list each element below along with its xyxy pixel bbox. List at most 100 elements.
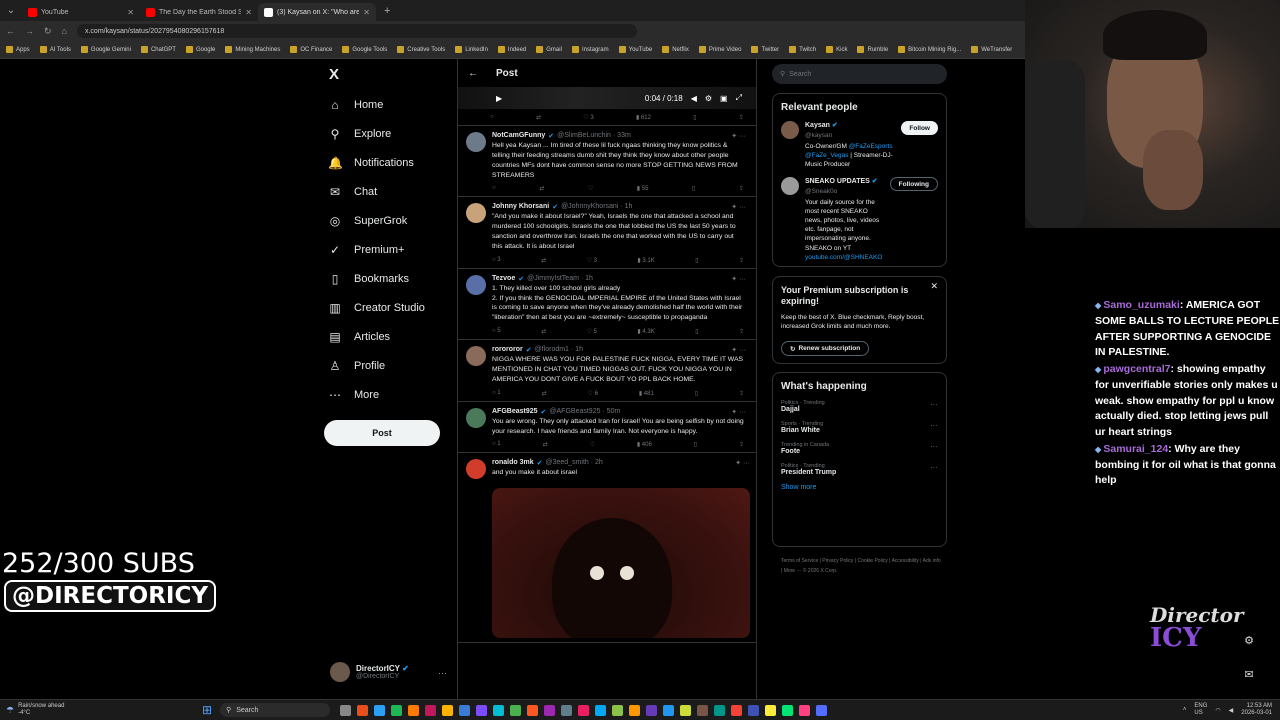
repost-button[interactable]: ⇄: [543, 441, 548, 448]
bookmark-item[interactable]: AI Tools: [39, 46, 71, 53]
bookmark-button[interactable]: ▯: [695, 328, 698, 335]
taskbar-app-icon[interactable]: [595, 704, 607, 716]
bookmark-item[interactable]: Google Tools: [342, 46, 387, 53]
author-handle[interactable]: @SlimBeLunchin · 33m: [557, 132, 631, 140]
person-name[interactable]: SNEAKO UPDATES ✔: [805, 177, 884, 187]
bio-link[interactable]: @FaZeEsports: [849, 143, 893, 150]
bookmark-item[interactable]: Twitter: [751, 46, 779, 53]
bookmark-item[interactable]: Rumble: [857, 46, 888, 53]
account-more-icon[interactable]: ···: [438, 668, 447, 678]
repost-button[interactable]: ⇄: [541, 328, 546, 335]
trend-more-icon[interactable]: ···: [930, 421, 938, 434]
taskbar-app-icon[interactable]: [697, 704, 709, 716]
trend-item[interactable]: Trending in Canada Foote ···: [781, 442, 938, 455]
nav-item-profile[interactable]: ♙ Profile: [328, 351, 425, 380]
bookmark-item[interactable]: Google: [185, 46, 215, 53]
reply-icon[interactable]: ○: [490, 114, 494, 120]
bookmark-item[interactable]: Gmail: [536, 46, 562, 53]
taskbar-app-icon[interactable]: [561, 704, 573, 716]
taskbar-app-icon[interactable]: [782, 704, 794, 716]
settings-icon[interactable]: ⚙: [1240, 634, 1258, 650]
taskbar-app-icon[interactable]: [663, 704, 675, 716]
bookmark-item[interactable]: Mining Machines: [225, 46, 280, 53]
nav-item-articles[interactable]: ▤ Articles: [328, 322, 425, 351]
forward-icon[interactable]: →: [25, 26, 34, 36]
bookmark-icon[interactable]: ▯: [693, 114, 696, 121]
bookmark-item[interactable]: Instagram: [571, 46, 609, 53]
relevant-person[interactable]: SNEAKO UPDATES ✔ @Sneak0o Your daily sourc…: [781, 177, 938, 262]
bio-link[interactable]: youtube.com/@SHNEAKO: [805, 254, 882, 261]
more-icon[interactable]: ✦ ···: [731, 132, 746, 140]
trend-more-icon[interactable]: ···: [930, 463, 938, 476]
clock[interactable]: 12:53 AM 2026-03-01: [1241, 703, 1272, 717]
views-button[interactable]: ▮ 481: [639, 390, 654, 397]
renew-subscription-button[interactable]: ↻ Renew subscription: [781, 341, 870, 357]
taskbar-app-icon[interactable]: [425, 704, 437, 716]
bookmark-item[interactable]: Apps: [6, 46, 30, 53]
author-name[interactable]: Tezvoe: [492, 275, 515, 283]
avatar[interactable]: [466, 203, 486, 224]
taskbar-app-icon[interactable]: [544, 704, 556, 716]
pip-icon[interactable]: ▣: [720, 94, 728, 103]
taskbar-app-icon[interactable]: [799, 704, 811, 716]
author-handle[interactable]: @florodm1 · 1h: [535, 346, 583, 354]
share-button[interactable]: ⇪: [739, 441, 744, 448]
taskbar-app-icon[interactable]: [527, 704, 539, 716]
bookmark-item[interactable]: WeTransfer: [971, 46, 1012, 53]
bookmark-button[interactable]: ▯: [695, 257, 698, 264]
views-button[interactable]: ▮ 4.3K: [637, 328, 654, 335]
share-button[interactable]: ⇪: [739, 257, 744, 264]
taskbar-app-icon[interactable]: [765, 704, 777, 716]
x-logo[interactable]: X: [329, 66, 339, 83]
weather-widget[interactable]: ☂ Rain/snow ahead -4°C: [0, 703, 120, 717]
tab-close-icon[interactable]: ✕: [127, 8, 134, 17]
author-handle[interactable]: @JohnnyKhorsani · 1h: [561, 203, 632, 211]
tweet-media-image[interactable]: [492, 488, 750, 639]
browser-tab[interactable]: The Day the Earth Stood Still (2...✕: [140, 3, 258, 21]
settings-icon[interactable]: ⚙: [705, 94, 712, 103]
more-icon[interactable]: ✦ ···: [731, 203, 746, 211]
author-name[interactable]: rorororor: [492, 346, 523, 354]
follow-button[interactable]: Follow: [901, 121, 938, 135]
trend-item[interactable]: Sports · Trending Brian White ···: [781, 421, 938, 434]
following-button[interactable]: Following: [889, 177, 938, 192]
trend-item[interactable]: Politics · Trending President Trump ···: [781, 463, 938, 476]
views-button[interactable]: ▮ 3.1K: [637, 257, 654, 264]
fullscreen-icon[interactable]: ⤢: [736, 93, 742, 103]
nav-item-bookmarks[interactable]: ▯ Bookmarks: [328, 264, 425, 293]
reply-tweet[interactable]: Tezvoe ✔ @JimmyIstTeam · 1h ✦ ··· 1. They ki…: [458, 269, 756, 341]
show-more-link[interactable]: Show more: [781, 484, 938, 491]
bookmark-item[interactable]: LinkedIn: [455, 46, 488, 53]
reply-tweet[interactable]: NotCamGFunny ✔ @SlimBeLunchin · 33m ✦ ··· He…: [458, 126, 756, 198]
taskbar-app-icon[interactable]: [408, 704, 420, 716]
tab-close-icon[interactable]: ✕: [245, 8, 252, 17]
nav-item-explore[interactable]: ⚲ Explore: [328, 119, 425, 148]
trend-more-icon[interactable]: ···: [930, 442, 938, 455]
avatar[interactable]: [466, 459, 486, 480]
avatar[interactable]: [781, 121, 799, 139]
like-button[interactable]: ♡ 5: [587, 328, 597, 335]
author-name[interactable]: AFGBeast925: [492, 408, 538, 416]
reply-tweet[interactable]: AFGBeast925 ✔ @AFGBeast925 · 50m ✦ ··· You a…: [458, 402, 756, 454]
share-button[interactable]: ⇪: [739, 390, 744, 397]
like-button[interactable]: ♡ 3: [583, 114, 593, 121]
speaker-icon[interactable]: ◀: [1229, 707, 1234, 714]
back-arrow-icon[interactable]: ←: [468, 68, 478, 79]
share-button[interactable]: ⇪: [739, 185, 744, 192]
bookmark-item[interactable]: Bitcoin Mining Rig...: [898, 46, 961, 53]
taskbar-app-icon[interactable]: [731, 704, 743, 716]
repost-button[interactable]: ⇄: [541, 257, 546, 264]
browser-tab[interactable]: YouTube ✕: [22, 3, 140, 21]
trend-item[interactable]: Politics · Trending Dajjal ···: [781, 400, 938, 413]
avatar[interactable]: [466, 407, 486, 428]
back-icon[interactable]: ←: [6, 26, 15, 36]
bookmark-button[interactable]: ▯: [692, 185, 695, 192]
person-name[interactable]: Kaysan ✔: [805, 121, 895, 131]
repost-button[interactable]: ⇄: [539, 185, 544, 192]
bookmark-button[interactable]: ▯: [694, 441, 697, 448]
bookmark-item[interactable]: Twitch: [789, 46, 816, 53]
bio-link[interactable]: @FaZe_Vegas: [805, 152, 848, 159]
like-button[interactable]: ♡: [590, 441, 595, 448]
nav-item-creator-studio[interactable]: ▥ Creator Studio: [328, 293, 425, 322]
reply-button[interactable]: ○ 3: [492, 257, 501, 264]
